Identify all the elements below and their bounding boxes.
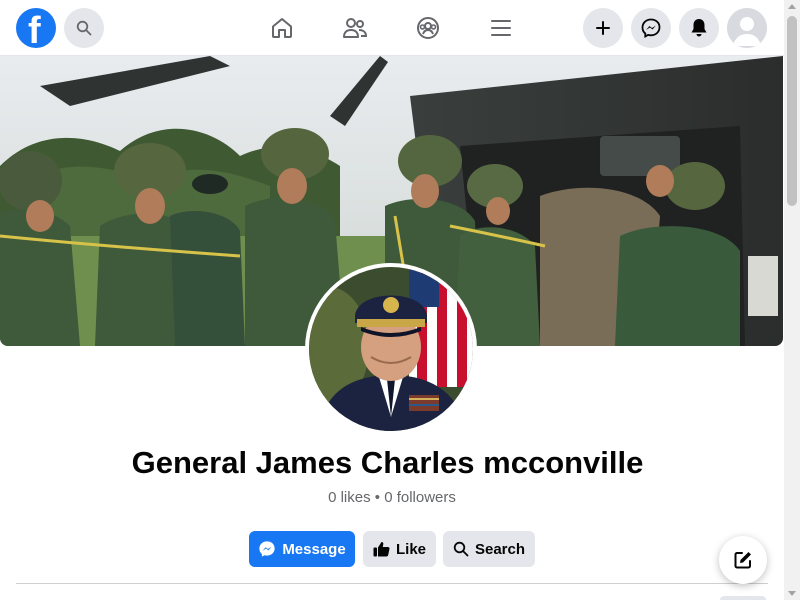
groups-icon <box>417 17 439 39</box>
profile-picture[interactable] <box>305 263 477 435</box>
create-button[interactable] <box>583 8 623 48</box>
profile-avatar-icon <box>727 8 767 48</box>
bottom-tab-peek <box>720 596 766 600</box>
search-button-label: Search <box>474 540 526 558</box>
new-message-button[interactable] <box>719 536 767 584</box>
messenger-button[interactable] <box>631 8 671 48</box>
search-button[interactable] <box>64 8 104 48</box>
search-icon <box>453 541 469 557</box>
page-stats: 0 likes • 0 followers <box>328 489 456 506</box>
friends-icon <box>343 18 368 38</box>
plus-icon <box>596 21 610 35</box>
nav-home-tab[interactable] <box>252 8 312 48</box>
nav-friends-tab[interactable] <box>325 8 385 48</box>
section-divider <box>16 583 768 584</box>
bell-icon <box>691 19 707 37</box>
menu-icon <box>491 20 511 36</box>
page-title: General James Charles mcconville <box>131 445 644 480</box>
like-button-label: Like <box>395 540 426 558</box>
messenger-icon <box>641 18 661 38</box>
facebook-logo-letter: f <box>28 10 41 48</box>
scroll-up-arrow-icon[interactable] <box>788 4 796 9</box>
compose-icon <box>734 552 751 569</box>
scrollbar-thumb[interactable] <box>787 16 797 206</box>
like-button[interactable]: Like <box>363 531 436 567</box>
facebook-logo[interactable]: f <box>16 8 56 48</box>
notifications-button[interactable] <box>679 8 719 48</box>
home-icon <box>272 18 292 38</box>
nav-menu-tab[interactable] <box>471 8 531 48</box>
thumbs-up-icon <box>373 542 390 557</box>
scroll-down-arrow-icon[interactable] <box>788 591 796 596</box>
search-icon <box>76 20 92 36</box>
account-avatar[interactable] <box>727 8 767 48</box>
messenger-icon <box>259 541 275 557</box>
page-scrollbar[interactable] <box>784 0 800 600</box>
top-navigation-bar: f <box>0 0 784 56</box>
message-button[interactable]: Message <box>249 531 355 567</box>
nav-groups-tab[interactable] <box>398 8 458 48</box>
message-button-label: Message <box>282 540 346 558</box>
search-page-button[interactable]: Search <box>443 531 535 567</box>
